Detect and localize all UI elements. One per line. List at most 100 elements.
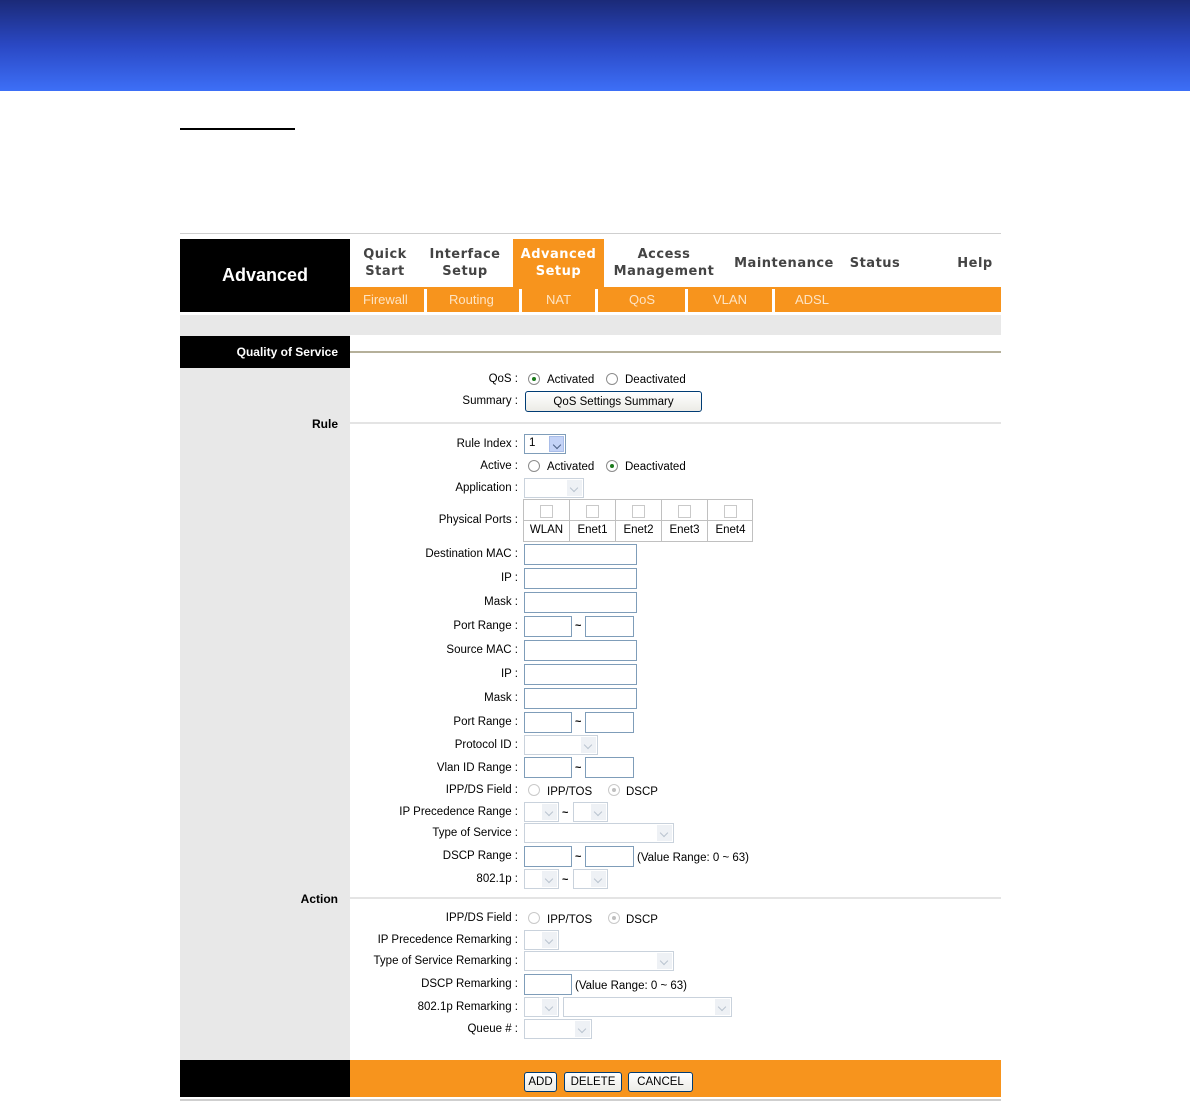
qos-label: QoS : [488,373,518,385]
dscp-range-end-input[interactable] [585,846,634,867]
p8021-label: 802.1p : [476,873,518,885]
rule-ippds-label: IPP/DS Field : [445,784,518,796]
protocol-id-select[interactable] [524,735,598,755]
document-underline [180,128,295,130]
nav-maintenance[interactable]: Maintenance [732,239,836,287]
delete-button[interactable]: DELETE [564,1072,622,1092]
action-ipptos-radio[interactable] [528,912,540,924]
chevron-down-icon [542,871,557,887]
nav-interface-setup[interactable]: Interface Setup [426,239,504,287]
source-mac-input[interactable] [524,640,637,661]
rule-activated-text: Activated [547,461,595,473]
dscp-remarking-note: (Value Range: 0 ~ 63) [575,980,687,992]
protocol-id-label: Protocol ID : [454,739,518,751]
destination-port-end-input[interactable] [585,616,634,637]
p8021-end-select[interactable] [573,869,608,889]
chevron-down-icon [715,999,730,1015]
range-tilde: ~ [575,762,582,774]
physical-ports-table: WLAN Enet1 Enet2 Enet3 Enet4 [523,499,753,542]
source-ip-label: IP : [500,668,518,680]
vlan-id-start-input[interactable] [524,757,572,778]
qos-deactivated-text: Deactivated [625,374,686,386]
rule-deactivated-radio[interactable] [606,460,618,472]
rule-subheading: Rule [311,417,338,431]
queue-select[interactable] [524,1019,592,1039]
source-port-start-input[interactable] [524,712,572,733]
destination-mask-input[interactable] [524,592,637,613]
qos-deactivated-radio[interactable] [606,373,618,385]
action-dscp-radio[interactable] [608,912,620,924]
p8021-start-select[interactable] [524,869,559,889]
type-of-service-label: Type of Service : [432,827,518,839]
dscp-range-label: DSCP Range : [442,850,518,862]
destination-ip-label: IP : [500,572,518,584]
destination-mac-input[interactable] [524,544,637,565]
subnav-routing[interactable]: Routing [449,287,494,312]
destination-port-start-input[interactable] [524,616,572,637]
destination-ip-input[interactable] [524,568,637,589]
nav-quick-start[interactable]: Quick Start [352,239,418,287]
sub-navigation-bar [350,287,1001,312]
source-port-end-input[interactable] [585,712,634,733]
nav-help[interactable]: Help [950,239,1000,287]
rule-index-label: Rule Index : [456,438,518,450]
p8021-remarking-desc-select[interactable] [563,997,732,1017]
ip-precedence-end-select[interactable] [573,802,608,822]
rule-activated-radio[interactable] [528,460,540,472]
physical-ports-label: Physical Ports : [438,514,518,526]
chevron-down-icon [567,480,582,496]
ip-precedence-start-select[interactable] [524,802,559,822]
tos-remarking-label: Type of Service Remarking : [373,955,518,967]
cancel-button[interactable]: CANCEL [628,1072,693,1092]
destination-mac-label: Destination MAC : [425,548,518,560]
destination-mask-label: Mask : [484,596,518,608]
enet3-checkbox[interactable] [678,505,691,518]
port-cell-enet2: Enet2 [616,500,662,541]
dscp-remarking-input[interactable] [524,974,572,995]
add-button[interactable]: ADD [524,1072,557,1092]
chevron-down-icon [591,804,606,820]
nav-status[interactable]: Status [844,239,906,287]
qos-activated-radio[interactable] [528,373,540,385]
dscp-remarking-label: DSCP Remarking : [421,978,518,990]
tos-remarking-select[interactable] [524,951,674,971]
subnav-vlan[interactable]: VLAN [713,287,747,312]
enet1-checkbox[interactable] [586,505,599,518]
subnav-separator [772,289,775,312]
enet2-checkbox[interactable] [632,505,645,518]
source-mask-label: Mask : [484,692,518,704]
source-mask-input[interactable] [524,688,637,709]
dscp-range-start-input[interactable] [524,846,572,867]
chevron-down-icon [549,436,564,452]
port-cell-enet3: Enet3 [662,500,708,541]
enet4-checkbox[interactable] [724,505,737,518]
subnav-qos[interactable]: QoS [629,287,655,312]
header-banner [0,0,1190,91]
subnav-nat[interactable]: NAT [546,287,571,312]
router-admin-panel: Advanced Quick Start Interface Setup Adv… [180,233,1001,1101]
vlan-id-range-label: Vlan ID Range : [436,762,518,774]
chevron-down-icon [591,871,606,887]
nav-access-management[interactable]: Access Management [612,239,716,287]
summary-label: Summary : [462,395,518,407]
application-select[interactable] [524,478,584,498]
nav-advanced-setup[interactable]: Advanced Setup [513,239,604,287]
rule-index-select[interactable]: 1 [524,434,566,454]
wlan-checkbox[interactable] [540,505,553,518]
chevron-down-icon [657,825,672,841]
subnav-adsl[interactable]: ADSL [795,287,829,312]
vlan-id-end-input[interactable] [585,757,634,778]
subnav-separator [519,289,522,312]
rule-dscp-radio[interactable] [608,784,620,796]
type-of-service-select[interactable] [524,823,674,843]
rule-ipptos-radio[interactable] [528,784,540,796]
chevron-down-icon [542,999,557,1015]
chevron-down-icon [542,932,557,948]
qos-settings-summary-button[interactable]: QoS Settings Summary [525,391,702,412]
p8021-remarking-select[interactable] [524,997,559,1017]
subnav-firewall[interactable]: Firewall [363,287,408,312]
dscp-range-note: (Value Range: 0 ~ 63) [637,852,749,864]
ip-precedence-remarking-select[interactable] [524,930,559,950]
source-ip-input[interactable] [524,664,637,685]
action-ippds-label: IPP/DS Field : [445,912,518,924]
